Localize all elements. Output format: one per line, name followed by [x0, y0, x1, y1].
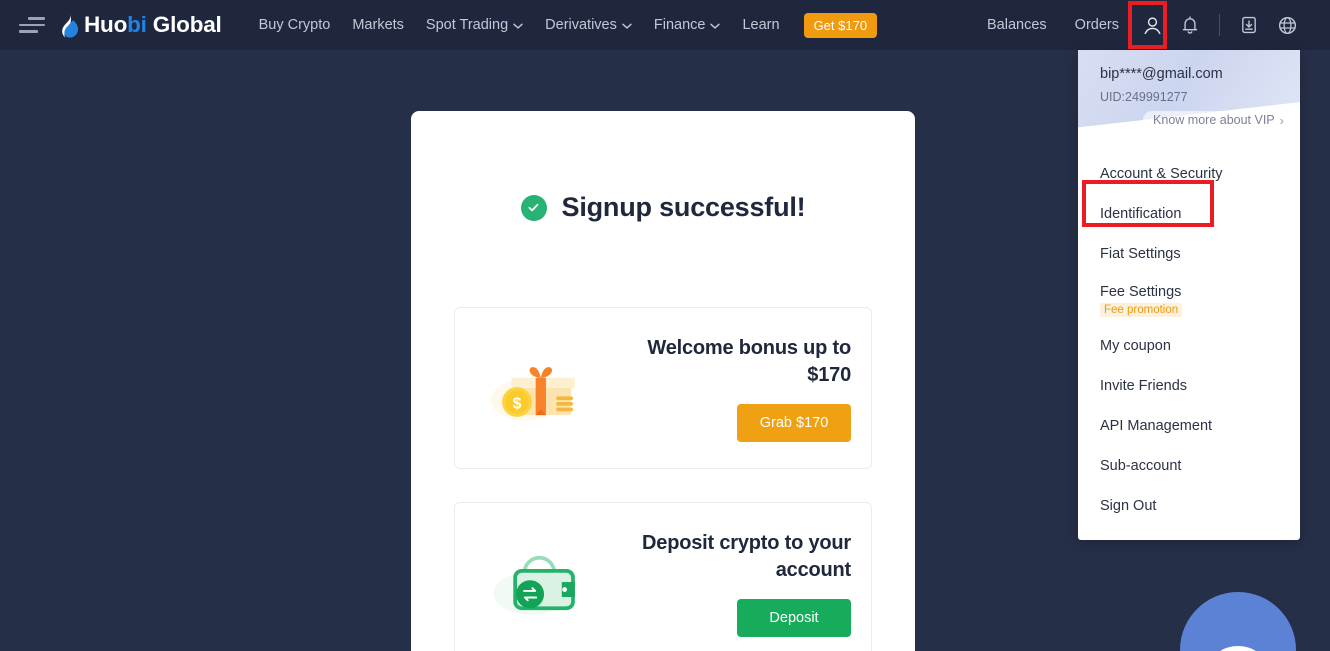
- account-email: bip****@gmail.com: [1100, 66, 1223, 82]
- hamburger-line: [19, 23, 45, 27]
- nav-item-balances[interactable]: Balances: [973, 17, 1061, 33]
- bell-notification-icon[interactable]: [1171, 6, 1209, 44]
- chevron-down-icon: [710, 23, 721, 29]
- success-banner: Signup successful!: [411, 192, 915, 223]
- chevron-right-icon: ›: [1279, 112, 1284, 128]
- nav-links: Buy Crypto Markets Spot Trading Derivati…: [248, 12, 878, 38]
- download-app-icon[interactable]: [1230, 6, 1268, 44]
- account-dropdown-header: bip****@gmail.com UID:249991277 Know mor…: [1078, 50, 1300, 146]
- fee-promotion-badge: Fee promotion: [1100, 302, 1183, 317]
- hamburger-icon[interactable]: [19, 16, 45, 34]
- nav-label: Finance: [653, 17, 706, 33]
- nav-label: Markets: [352, 17, 404, 33]
- menu-item-identification[interactable]: Identification: [1078, 194, 1300, 234]
- menu-item-label: Sub-account: [1100, 458, 1182, 474]
- menu-item-label: Invite Friends: [1100, 378, 1188, 394]
- menu-item-sub-account[interactable]: Sub-account: [1078, 446, 1300, 486]
- nav-item-derivatives[interactable]: Derivatives: [534, 17, 643, 33]
- nav-label: Orders: [1074, 17, 1119, 33]
- nav-divider: [1219, 14, 1220, 36]
- menu-item-label: Account & Security: [1100, 166, 1223, 182]
- nav-label: Derivatives: [545, 17, 617, 33]
- nav-item-finance[interactable]: Finance: [643, 17, 732, 33]
- menu-item-label: Fee Settings: [1100, 283, 1182, 300]
- menu-item-sign-out[interactable]: Sign Out: [1078, 486, 1300, 526]
- nav-label: Learn: [742, 17, 780, 33]
- know-more-about-vip-link[interactable]: Know more about VIP ›: [1143, 111, 1292, 129]
- nav-item-markets[interactable]: Markets: [341, 17, 415, 33]
- promo-body: Welcome bonus up to $170 Grab $170: [635, 335, 871, 442]
- page-root: Huobi Global Buy Crypto Markets Spot Tra…: [0, 0, 1330, 651]
- menu-item-label: API Management: [1100, 418, 1213, 434]
- menu-item-label: Sign Out: [1100, 498, 1157, 514]
- promo-card-welcome-bonus: $ Welcome bonus up to $170 Grab $170: [454, 307, 872, 469]
- deposit-button[interactable]: Deposit: [737, 598, 851, 637]
- menu-item-my-coupon[interactable]: My coupon: [1078, 326, 1300, 366]
- promo-title: Welcome bonus up to $170: [647, 336, 851, 386]
- promo-body: Deposit crypto to your account Deposit: [635, 530, 871, 637]
- menu-item-fee-settings[interactable]: Fee Settings Fee promotion: [1078, 274, 1300, 326]
- get-bonus-button[interactable]: Get $170: [803, 12, 878, 38]
- menu-item-label: Fiat Settings: [1100, 246, 1181, 262]
- nav-right-group: Balances Orders: [973, 0, 1330, 50]
- menu-item-api-management[interactable]: API Management: [1078, 406, 1300, 446]
- brand-name: Huobi Global: [84, 12, 222, 37]
- nav-item-orders[interactable]: Orders: [1061, 17, 1133, 33]
- account-dropdown-list: Account & Security Identification Fiat S…: [1078, 146, 1300, 526]
- chevron-down-icon: [622, 23, 632, 29]
- wallet-illustration: [455, 541, 635, 625]
- nav-item-learn[interactable]: Learn: [731, 17, 790, 33]
- nav-label: Buy Crypto: [258, 17, 331, 33]
- page-title: Signup successful!: [561, 192, 806, 222]
- nav-label: Balances: [987, 17, 1047, 33]
- hamburger-line: [19, 30, 38, 33]
- menu-item-label: My coupon: [1100, 338, 1171, 354]
- nav-item-buy-crypto[interactable]: Buy Crypto: [248, 17, 342, 33]
- chat-bubble-icon: [1210, 646, 1266, 651]
- huobi-logo[interactable]: Huobi Global: [59, 12, 222, 38]
- signup-success-card: Signup successful! $ Welcome bonus up to…: [411, 111, 915, 651]
- nav-label: Spot Trading: [425, 17, 509, 33]
- check-circle-icon: [520, 194, 547, 221]
- menu-item-label: Identification: [1100, 206, 1182, 222]
- menu-item-account-security[interactable]: Account & Security: [1078, 154, 1300, 194]
- promo-card-deposit: Deposit crypto to your account Deposit: [454, 502, 872, 651]
- gift-box-illustration: $: [455, 346, 635, 430]
- account-uid: UID:249991277: [1100, 90, 1188, 104]
- menu-item-fiat-settings[interactable]: Fiat Settings: [1078, 234, 1300, 274]
- chat-support-widget[interactable]: [1180, 592, 1296, 651]
- nav-item-spot-trading[interactable]: Spot Trading: [415, 17, 534, 33]
- globe-language-icon[interactable]: [1268, 6, 1306, 44]
- promo-title: Deposit crypto to your account: [642, 531, 851, 581]
- top-navigation-bar: Huobi Global Buy Crypto Markets Spot Tra…: [0, 0, 1330, 50]
- flame-icon: [59, 12, 81, 38]
- chevron-down-icon: [513, 23, 523, 29]
- grab-bonus-button[interactable]: Grab $170: [737, 403, 851, 442]
- account-dropdown-menu: bip****@gmail.com UID:249991277 Know mor…: [1078, 50, 1300, 540]
- svg-text:$: $: [513, 396, 522, 413]
- hamburger-line: [28, 17, 45, 20]
- vip-label: Know more about VIP: [1153, 113, 1275, 127]
- user-avatar-icon[interactable]: [1133, 6, 1171, 44]
- menu-item-invite-friends[interactable]: Invite Friends: [1078, 366, 1300, 406]
